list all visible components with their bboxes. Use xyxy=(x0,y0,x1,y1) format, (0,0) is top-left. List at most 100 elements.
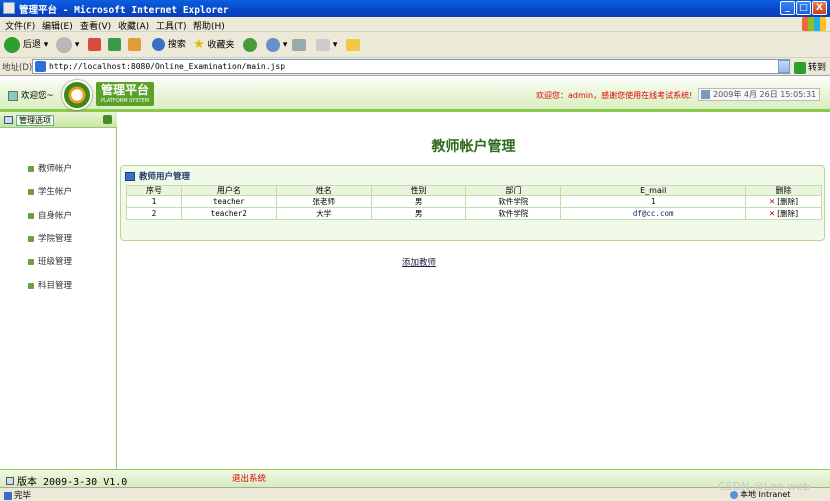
logo-title: 管理平台 xyxy=(100,83,149,97)
back-label: 后退 xyxy=(22,40,41,50)
collapse-icon[interactable] xyxy=(103,115,112,124)
cell-delete: ✕ [删除] xyxy=(745,207,822,220)
sidebar-menu-icon xyxy=(4,116,13,124)
col-header: 删除 xyxy=(745,185,822,196)
sidebar-item-label: 科目管理 xyxy=(38,281,73,291)
edit-page-icon xyxy=(316,38,330,51)
col-header: 用户名 xyxy=(180,185,277,196)
go-label: 转到 xyxy=(808,63,827,73)
mail-button[interactable]: ▾ xyxy=(266,36,287,54)
bullet-icon xyxy=(28,188,34,195)
address-bar: 地址(D) http://localhost:8080/Online_Exami… xyxy=(0,58,830,76)
menu-edit[interactable]: 编辑(E) xyxy=(42,19,73,32)
sidebar-item-teacher-accounts[interactable]: 教师帐户 xyxy=(28,162,72,174)
sidebar-item-own-account[interactable]: 自身帐户 xyxy=(28,209,72,221)
maximize-button[interactable]: □ xyxy=(796,1,811,15)
address-input[interactable]: http://localhost:8080/Online_Examination… xyxy=(32,59,790,74)
cell-name: 大学 xyxy=(275,207,372,220)
star-icon: ★ xyxy=(193,37,205,52)
delete-link[interactable]: ✕ [删除] xyxy=(769,209,798,218)
stop-button[interactable] xyxy=(88,36,101,54)
sidebar-header: 管理选项 xyxy=(0,112,117,128)
close-button[interactable]: X xyxy=(812,1,827,15)
welcome-label: 欢迎您~ xyxy=(21,91,54,101)
forward-button[interactable]: ▾ xyxy=(56,36,79,54)
app-footer: 版本 2009-3-30 V1.0 退出系统 xyxy=(0,469,830,488)
go-button[interactable]: 转到 xyxy=(794,60,826,74)
print-button[interactable] xyxy=(292,36,306,54)
logout-link[interactable]: 退出系统 xyxy=(232,472,266,484)
back-arrow-icon xyxy=(4,36,20,53)
window-titlebar[interactable]: 管理平台 - Microsoft Internet Explorer _ □ X xyxy=(0,0,830,17)
table-row: 2 teacher2 大学 男 软件学院 df@cc.com ✕ [删除] xyxy=(126,207,822,220)
version-text: 版本 2009-3-30 V1.0 xyxy=(6,473,127,488)
folder-icon xyxy=(346,38,360,51)
user-icon xyxy=(8,90,18,101)
home-icon xyxy=(128,38,141,51)
go-arrow-icon xyxy=(794,61,806,74)
window-icon xyxy=(125,172,135,181)
history-icon xyxy=(243,37,257,52)
menu-favorites[interactable]: 收藏(A) xyxy=(118,19,149,32)
menu-file[interactable]: 文件(F) xyxy=(5,19,35,32)
sidebar-item-student-accounts[interactable]: 学生帐户 xyxy=(28,185,72,197)
add-teacher-link[interactable]: 添加教师 xyxy=(402,256,436,268)
cell-email: df@cc.com xyxy=(560,207,747,220)
minimize-button[interactable]: _ xyxy=(780,1,795,15)
sidebar-item-college[interactable]: 学院管理 xyxy=(28,232,72,244)
delete-label: [删除] xyxy=(777,197,799,206)
menu-tools[interactable]: 工具(T) xyxy=(156,19,187,32)
print-icon xyxy=(292,38,306,51)
search-button[interactable]: 搜索 xyxy=(152,36,186,54)
sidebar: 管理选项 教师帐户 学生帐户 自身帐户 学院管理 班级管理 科目管理 xyxy=(0,112,117,469)
bullet-icon xyxy=(28,235,34,242)
welcome-text: 欢迎您~ xyxy=(8,89,54,101)
col-header: 序号 xyxy=(126,185,182,196)
sidebar-item-label: 学院管理 xyxy=(38,234,73,244)
delete-label: [删除] xyxy=(777,209,799,218)
delete-x-icon: ✕ xyxy=(768,209,776,218)
search-label: 搜索 xyxy=(167,40,186,50)
cell-department: 软件学院 xyxy=(465,195,562,208)
table-header-row: 序号 用户名 姓名 性别 部门 E_mail 删除 xyxy=(126,185,822,196)
app-header: 欢迎您~ 管理平台 PLATFORM SYSTEM 欢迎您：admin，感谢您使用… xyxy=(0,76,830,112)
menu-view[interactable]: 查看(V) xyxy=(80,19,111,32)
cell-name: 张老师 xyxy=(275,195,372,208)
sidebar-title: 管理选项 xyxy=(16,115,54,126)
table-row: 1 teacher 张老师 男 软件学院 1 ✕ [删除] xyxy=(126,195,822,208)
cell-department: 软件学院 xyxy=(465,207,562,220)
sidebar-item-subject[interactable]: 科目管理 xyxy=(28,279,72,291)
window-title: 管理平台 - Microsoft Internet Explorer xyxy=(19,5,229,16)
col-header: 姓名 xyxy=(275,185,372,196)
favorites-button[interactable]: ★ 收藏夹 xyxy=(193,36,235,54)
watermark: CSDN @Lee-web xyxy=(718,480,811,493)
menu-help[interactable]: 帮助(H) xyxy=(193,19,225,32)
refresh-button[interactable] xyxy=(108,36,121,54)
status-text: 完毕 xyxy=(4,489,31,501)
col-header: E_mail xyxy=(560,185,747,196)
cell-username: teacher2 xyxy=(180,207,277,220)
delete-link[interactable]: ✕ [删除] xyxy=(769,197,798,206)
teacher-table: 序号 用户名 姓名 性别 部门 E_mail 删除 1 teacher 张老师 … xyxy=(126,185,822,220)
delete-x-icon: ✕ xyxy=(768,197,776,206)
cell-gender: 男 xyxy=(370,207,467,220)
edit-button[interactable]: ▾ xyxy=(316,36,337,54)
cell-gender: 男 xyxy=(370,195,467,208)
history-button[interactable] xyxy=(243,36,257,54)
status-bar: 完毕 本地 Intranet xyxy=(0,487,830,501)
main-content: 教师帐户管理 教师用户管理 序号 用户名 姓名 性别 部门 E_mail 删除 … xyxy=(117,112,830,469)
cell-username: teacher xyxy=(180,195,277,208)
menu-bar: 文件(F) 编辑(E) 查看(V) 收藏(A) 工具(T) 帮助(H) xyxy=(0,17,830,32)
back-button[interactable]: 后退 ▾ xyxy=(4,36,48,54)
address-dropdown-button[interactable] xyxy=(778,60,790,73)
home-button[interactable] xyxy=(128,36,141,54)
sidebar-item-label: 班级管理 xyxy=(38,257,73,267)
folder-button[interactable] xyxy=(346,36,360,54)
page-title: 教师帐户管理 xyxy=(431,139,516,155)
sidebar-item-label: 学生帐户 xyxy=(38,187,73,197)
panel-title: 教师用户管理 xyxy=(139,172,191,182)
col-header: 部门 xyxy=(465,185,562,196)
sidebar-item-class[interactable]: 班级管理 xyxy=(28,255,72,267)
search-icon xyxy=(152,38,165,51)
welcome-marquee: 欢迎您：admin，感谢您使用在线考试系统! xyxy=(536,91,693,100)
